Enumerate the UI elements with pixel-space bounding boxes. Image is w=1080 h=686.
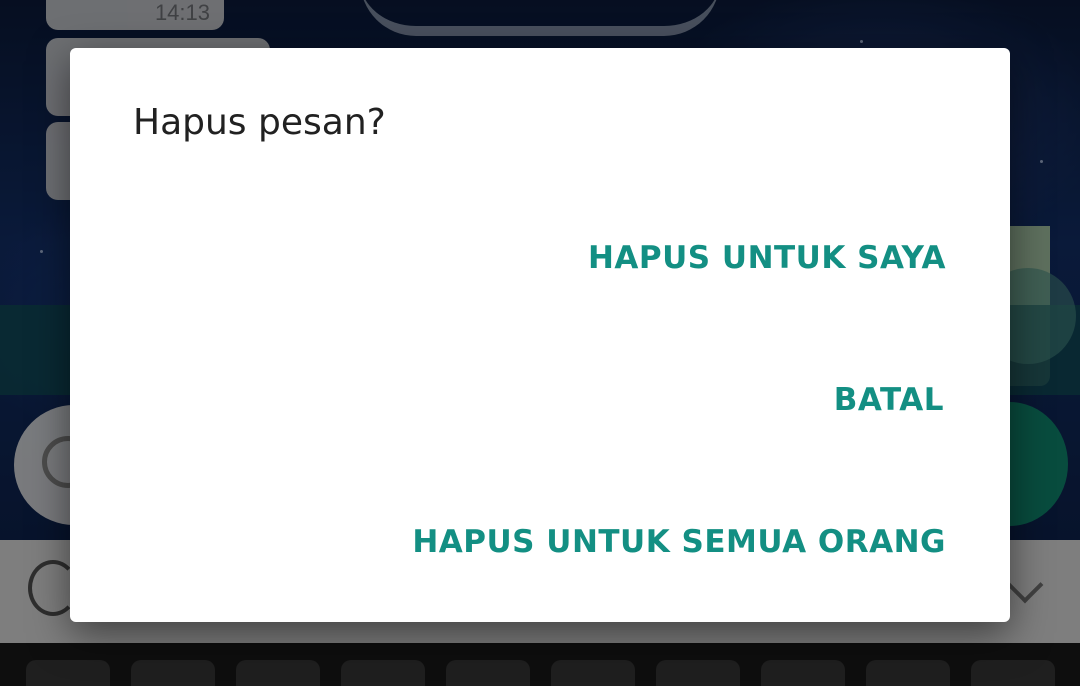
- delete-for-everyone-button[interactable]: HAPUS UNTUK SEMUA ORANG: [412, 524, 946, 560]
- delete-message-dialog: Hapus pesan? HAPUS UNTUK SAYA BATAL HAPU…: [70, 48, 1010, 622]
- cancel-button[interactable]: BATAL: [834, 382, 944, 418]
- delete-for-me-button[interactable]: HAPUS UNTUK SAYA: [588, 240, 946, 276]
- dialog-title: Hapus pesan?: [133, 102, 386, 143]
- screen: 14:13 Hapus pesan? HAPUS UNTUK SAYA BATA…: [0, 0, 1080, 686]
